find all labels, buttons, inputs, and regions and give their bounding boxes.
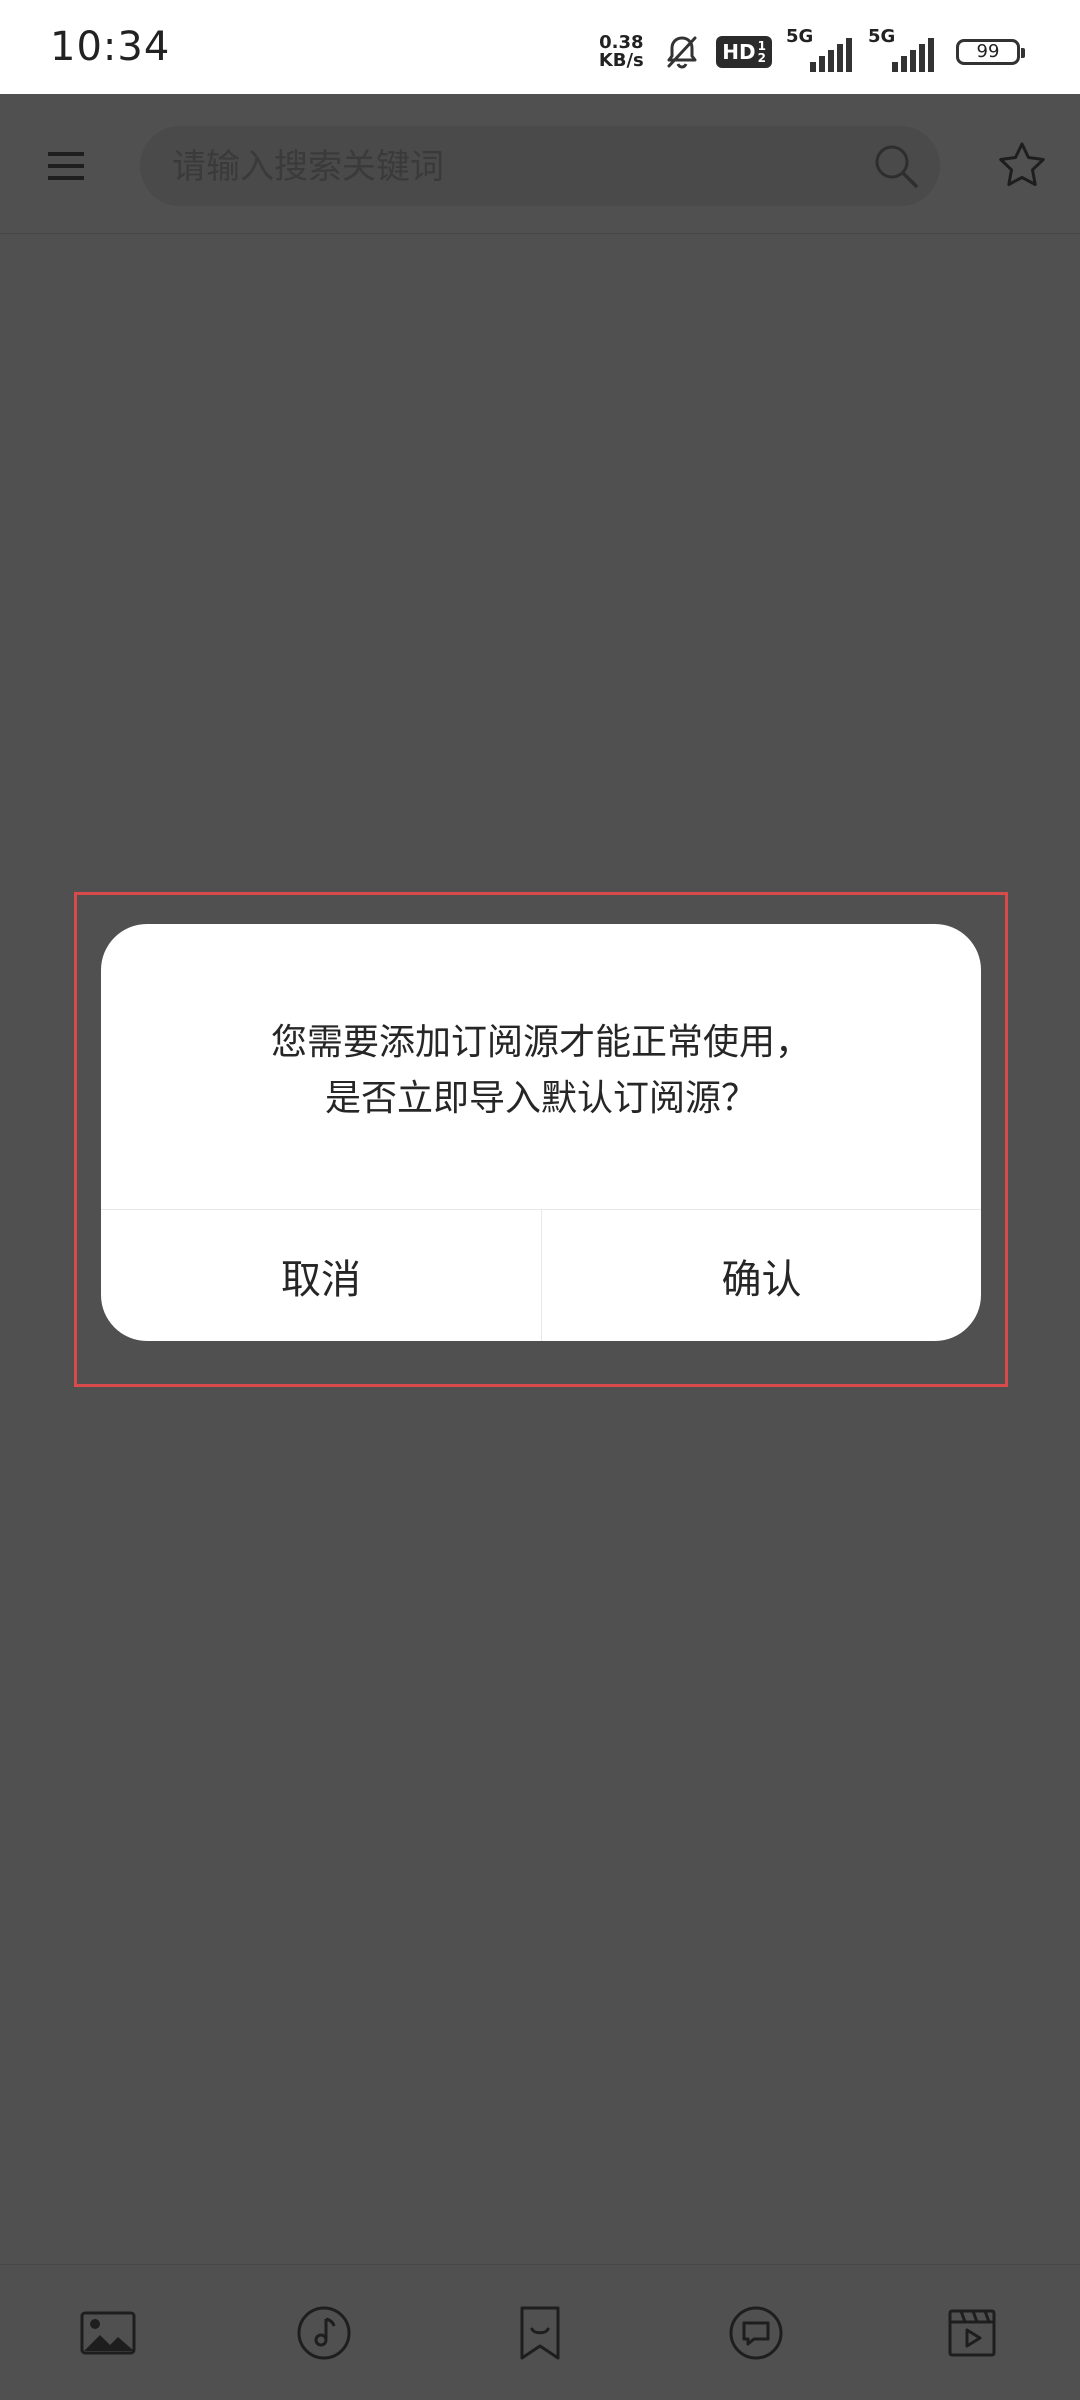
signal-bars-icon xyxy=(810,38,852,72)
status-time: 10:34 xyxy=(50,24,171,70)
hd-sub-2: 2 xyxy=(757,51,766,65)
nav-item-music[interactable] xyxy=(288,2297,360,2369)
signal-2: 5G xyxy=(868,26,936,74)
hd-label: HD xyxy=(722,40,756,64)
confirm-button[interactable]: 确认 xyxy=(542,1210,981,1341)
chat-icon xyxy=(729,2306,783,2360)
search-icon[interactable] xyxy=(872,142,920,190)
dialog-message: 您需要添加订阅源才能正常使用， 是否立即导入默认订阅源？ xyxy=(101,924,981,1209)
music-icon xyxy=(297,2306,351,2360)
status-bar: 10:34 0.38 KB/s HD 1 2 5G 5G 99 xyxy=(0,0,1080,94)
hd-voice-badge: HD 1 2 xyxy=(716,36,772,68)
nav-item-chat[interactable] xyxy=(720,2297,792,2369)
import-subscription-dialog: 您需要添加订阅源才能正常使用， 是否立即导入默认订阅源？ 取消 确认 xyxy=(101,924,981,1341)
dialog-message-line-1: 您需要添加订阅源才能正常使用， xyxy=(270,1021,811,1063)
menu-button[interactable] xyxy=(38,140,94,192)
bottom-nav xyxy=(0,2264,1080,2400)
bookmark-icon xyxy=(520,2306,560,2360)
bell-muted-icon xyxy=(667,36,697,69)
network-speed-unit: KB/s xyxy=(598,50,644,71)
menu-icon xyxy=(48,152,84,180)
nav-item-bookmarks[interactable] xyxy=(504,2297,576,2369)
battery-level: 99 xyxy=(976,41,1000,62)
cancel-button[interactable]: 取消 xyxy=(101,1210,541,1341)
search-input[interactable] xyxy=(170,126,834,208)
search-box[interactable] xyxy=(140,126,940,208)
nav-item-videos[interactable] xyxy=(936,2297,1008,2369)
network-speed: 0.38 KB/s xyxy=(594,34,648,70)
nav-item-images[interactable] xyxy=(72,2297,144,2369)
app-header xyxy=(0,94,1080,234)
video-icon xyxy=(948,2309,996,2357)
dialog-message-line-2: 是否立即导入默认订阅源？ xyxy=(324,1077,757,1119)
battery-icon: 99 xyxy=(956,39,1025,65)
signal-bars-icon xyxy=(892,38,934,72)
image-icon xyxy=(80,2311,136,2355)
signal-1: 5G xyxy=(786,26,854,74)
star-icon[interactable] xyxy=(994,138,1050,194)
status-indicators: 0.38 KB/s HD 1 2 5G 5G 99 xyxy=(594,26,1025,74)
